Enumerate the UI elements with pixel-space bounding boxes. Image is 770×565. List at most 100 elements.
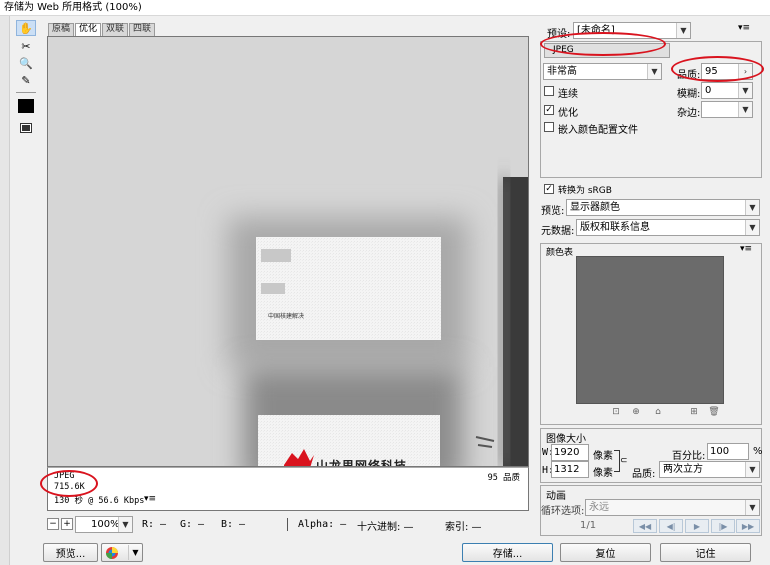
preset-menu-icon[interactable]: ▾≡ (738, 23, 750, 33)
resample-quality-value: 两次立方 (663, 464, 703, 475)
convert-srgb-checkbox[interactable]: ✓ (544, 184, 554, 194)
info-format: JPEG (54, 471, 75, 481)
tab-4up[interactable]: 四联 (129, 23, 156, 36)
height-input[interactable]: 1312 (551, 461, 589, 478)
quality-level-value: 非常高 (547, 66, 577, 77)
zoom-select[interactable]: 100% ▼ (75, 516, 133, 533)
chevron-down-icon: ▼ (745, 200, 759, 215)
resample-quality-label: 品质: (632, 469, 656, 480)
map-color-icon[interactable]: ⊡ (610, 406, 622, 418)
next-frame-button[interactable]: |▶ (711, 519, 735, 533)
info-quality: 95 品质 (487, 473, 520, 483)
quality-input[interactable]: 95 › (701, 63, 753, 80)
optimized-checkbox[interactable]: ✓ (544, 105, 554, 115)
info-size: 715.6K (54, 482, 85, 492)
percent-label: 百分比: (672, 451, 706, 462)
readout-g: G: — (180, 519, 205, 530)
tab-2up[interactable]: 双联 (102, 23, 129, 36)
width-unit: 像素 (593, 451, 613, 462)
preview-button[interactable]: 预览... (43, 543, 98, 562)
preview-info-panel: JPEG 715.6K 130 秒 @ 56.6 Kbps ▾≡ 95 品质 (47, 467, 529, 511)
blur-label: 模糊: (677, 89, 701, 100)
browser-select[interactable]: ▼ (101, 543, 143, 562)
progressive-checkbox[interactable] (544, 86, 554, 96)
left-edge-strip (0, 16, 10, 565)
matte-select[interactable]: ▼ (701, 101, 753, 118)
chevron-down-icon: ▼ (118, 517, 132, 532)
readout-r: R: — (142, 519, 167, 530)
chevron-down-icon: ▼ (128, 545, 142, 560)
color-table-swatches[interactable] (576, 256, 724, 404)
reset-button[interactable]: 复位 (560, 543, 651, 562)
format-tab[interactable]: JPEG (544, 43, 670, 58)
preset-value: [未命名] (577, 25, 615, 36)
info-download-time: 130 秒 @ 56.6 Kbps (54, 496, 145, 506)
new-color-icon[interactable]: ⊞ (688, 406, 700, 418)
chevron-down-icon: ▼ (745, 220, 759, 235)
embed-profile-checkbox[interactable] (544, 122, 554, 132)
tab-original[interactable]: 原稿 (48, 23, 75, 36)
save-button[interactable]: 存储... (462, 543, 553, 562)
chevron-down-icon: ▼ (738, 102, 752, 117)
animation-title: 动画 (546, 491, 566, 502)
quality-level-select[interactable]: 非常高 ▼ (543, 63, 662, 80)
chevron-down-icon: ▼ (676, 23, 690, 38)
preview-select[interactable]: 显示器颜色 ▼ (566, 199, 760, 216)
frame-counter: 1/1 (580, 520, 597, 531)
eyedropper-tool-icon[interactable]: ✎ (16, 72, 36, 88)
preview-label: 预览: (541, 206, 565, 217)
image-preview[interactable]: 中国核建解决 山龙思网络科技 (47, 36, 529, 467)
card-text: 中国核建解决 (268, 313, 305, 320)
zoom-in-button[interactable]: + (61, 518, 73, 530)
toggle-slices-icon[interactable] (16, 120, 36, 136)
chevron-down-icon: ▼ (647, 64, 661, 79)
web-shift-icon[interactable]: ⊕ (630, 406, 642, 418)
metadata-value: 版权和联系信息 (580, 222, 650, 233)
toolbox: ✋ ✂ 🔍 ✎ (13, 20, 41, 140)
slice-select-tool-icon[interactable]: ✂ (16, 38, 36, 54)
resample-quality-select[interactable]: 两次立方 ▼ (659, 461, 760, 478)
window-title: 存储为 Web 所用格式 (100%) (0, 0, 770, 16)
chevron-down-icon: ▼ (745, 462, 759, 477)
preset-select[interactable]: [未命名] ▼ (573, 22, 691, 39)
image-size-title: 图像大小 (546, 434, 586, 445)
loop-label: 循环选项: (541, 506, 585, 517)
zoom-out-button[interactable]: − (47, 518, 59, 530)
play-button[interactable]: ▶ (685, 519, 709, 533)
blur-input[interactable]: 0 ▼ (701, 82, 753, 99)
preview-value: 显示器颜色 (570, 202, 620, 213)
zoom-value: 100% (91, 519, 120, 530)
view-tabs: 原稿 优化 双联 四联 (48, 23, 156, 36)
quality-value: 95 (705, 66, 718, 77)
loop-select[interactable]: 永远 ▼ (585, 499, 760, 516)
first-frame-button[interactable]: ◀◀ (633, 519, 657, 533)
readout-index: 索引: — (445, 522, 482, 533)
preset-label: 预设: (547, 29, 571, 40)
remember-button[interactable]: 记住 (660, 543, 751, 562)
prev-frame-button[interactable]: ◀| (659, 519, 683, 533)
hand-tool-icon[interactable]: ✋ (16, 20, 36, 36)
zoom-tool-icon[interactable]: 🔍 (16, 55, 36, 71)
readout-alpha: Alpha: — (298, 519, 347, 530)
percent-unit: % (753, 446, 763, 457)
chevron-down-icon: ▼ (745, 500, 759, 515)
lock-color-icon[interactable]: ⌂ (652, 406, 664, 418)
height-unit: 像素 (593, 468, 613, 479)
percent-input[interactable]: 100 (707, 443, 749, 460)
tab-optimized[interactable]: 优化 (75, 23, 102, 36)
width-input[interactable]: 1920 (551, 444, 589, 461)
trash-icon[interactable]: 🗑 (708, 406, 720, 418)
color-table-menu-icon[interactable]: ▾≡ (740, 244, 752, 254)
embed-profile-label: 嵌入颜色配置文件 (558, 125, 638, 136)
statusbar-divider (287, 518, 288, 531)
last-frame-button[interactable]: ▶▶ (736, 519, 760, 533)
color-table-title: 颜色表 (546, 248, 574, 258)
info-menu-icon[interactable]: ▾≡ (144, 494, 156, 504)
optimized-label: 优化 (558, 108, 578, 119)
card2-text: 山龙思网络科技 (316, 459, 408, 467)
metadata-select[interactable]: 版权和联系信息 ▼ (576, 219, 760, 236)
link-icon[interactable]: ⊂ (620, 456, 628, 466)
chevron-down-icon: ▼ (738, 83, 752, 98)
eyedropper-color-swatch[interactable] (18, 99, 34, 113)
loop-value: 永远 (589, 502, 609, 513)
